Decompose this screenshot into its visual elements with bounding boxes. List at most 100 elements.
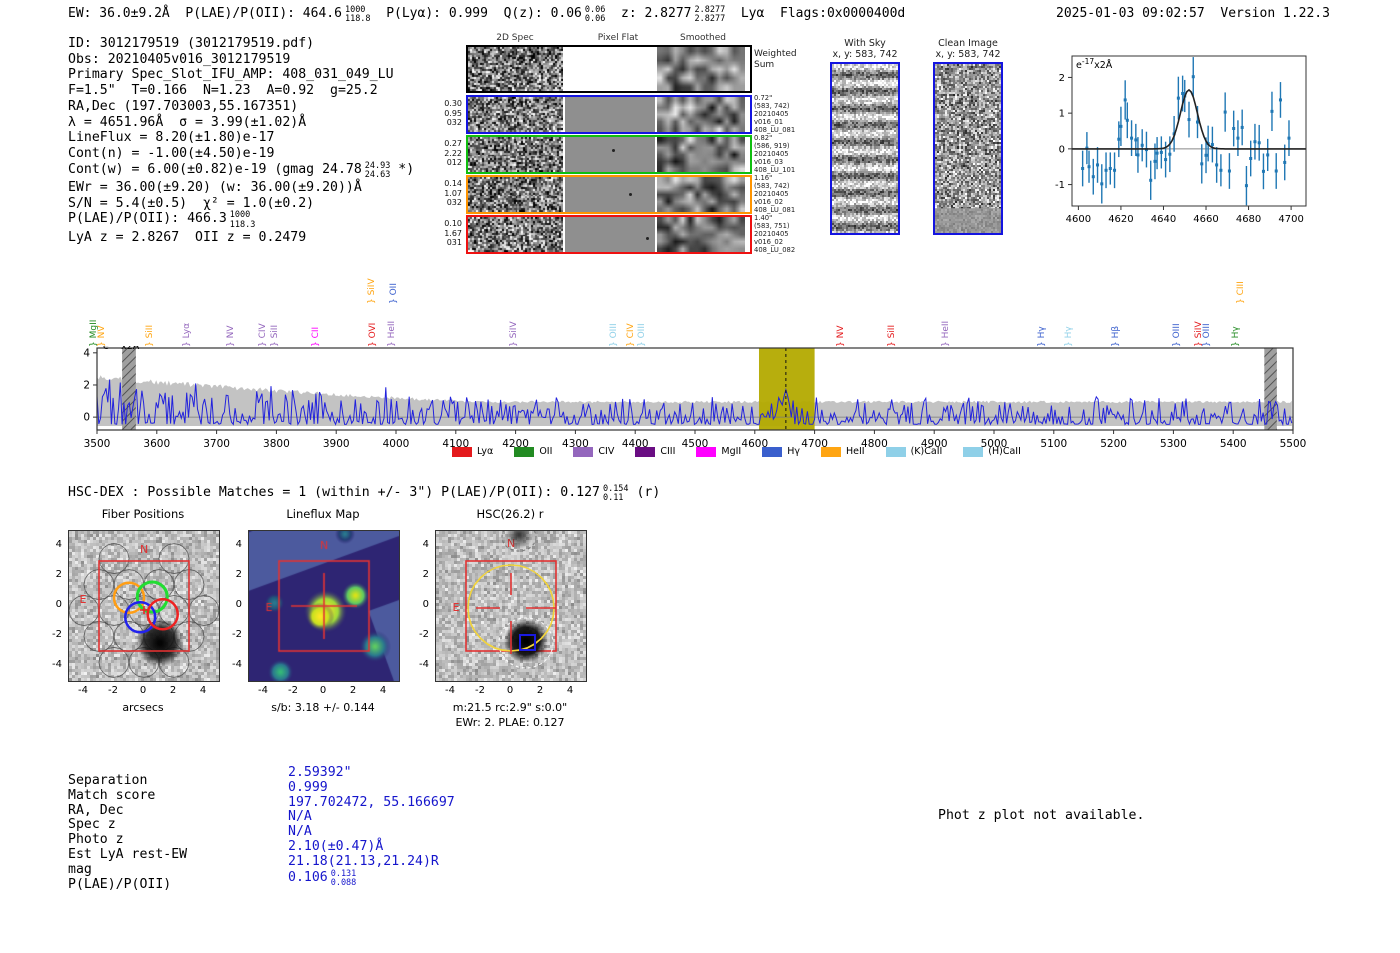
sky-panel-header: Clean Image x, y: 583, 742: [933, 38, 1003, 60]
info-line: EWr = 36.00(±9.20) (w: 36.00(±9.20))Å: [68, 180, 488, 196]
cutout-y-tick: -4: [52, 659, 62, 670]
fraction-value: 1000 118.3: [229, 211, 256, 230]
cutout-y-tick: 0: [235, 599, 242, 610]
spec2d-row-left-labels: 0.14 1.07 032: [436, 179, 462, 208]
fit-plot-y-tick: 1: [1059, 109, 1065, 120]
annotation-line: 408_LU_082: [754, 246, 796, 254]
fraction-sub: 24.63: [364, 169, 391, 180]
pixelflat-speck: [629, 193, 632, 196]
emission-line-label: } CIII: [1235, 281, 1246, 304]
emission-line-label: } OIII: [1201, 323, 1212, 347]
cutout-xlabel: s/b: 3.18 +/- 0.144: [271, 701, 375, 714]
emission-line-label: } NV: [97, 325, 108, 347]
legend-label: MgII: [721, 446, 742, 457]
left-label-line: 0.27: [444, 139, 462, 148]
info-text: Primary Spec_Slot_IFU_AMP: 408_031_049_L…: [68, 67, 394, 83]
match-table-label: Est LyA rest-EW: [68, 847, 188, 862]
spectrum-x-tick: 3700: [203, 438, 230, 450]
spec2d-smoothed-image: [657, 47, 745, 91]
legend-swatch: [821, 446, 841, 457]
spec2d-row: [466, 175, 752, 214]
legend-item: (K)CaII: [885, 446, 943, 457]
spec2d-pixelflat-image: [565, 217, 655, 252]
cutout-title: Lineflux Map: [286, 507, 360, 521]
emission-line-label: } CII: [311, 326, 322, 347]
left-label-line: 031: [446, 238, 462, 247]
fit-plot-x-tick: 4680: [1236, 214, 1261, 225]
spec2d-row-annotations: 0.72" (583, 742) 20210405 v016_01 408_LU_081: [754, 94, 816, 134]
cutout-y-tick: -2: [52, 629, 62, 640]
spec2d-row-left-labels: 0.30 0.95 032: [436, 99, 462, 128]
annotation-line: (583, 742): [754, 182, 790, 190]
cutout-image-lineflux-map: [248, 530, 400, 682]
annotation-line: 408_LU_081: [754, 206, 796, 214]
info-line: P(LAE)/P(OII): 466.3 1000 118.3: [68, 211, 488, 230]
spectrum-svg: 3500 3600 3700 3800 3900 4000 4100 4200 4300 4400…: [83, 346, 1306, 450]
annotation-line: 20210405: [754, 110, 789, 118]
spectrum-unit-label: e-17x2Å: [103, 346, 140, 352]
match-value-text: N/A: [288, 824, 312, 840]
cutout-x-tick: 4: [379, 685, 387, 696]
annotation-line: (586, 919): [754, 142, 790, 150]
imaging-cutouts: Fiber Positions -4 -4 -2 -2 0 0 2 2 4 4 arcsecs Line…: [0, 505, 700, 735]
left-label-line: 012: [446, 158, 462, 167]
legend-item: MgII: [696, 446, 741, 457]
info-text: Cont(w) = 6.00(±0.82)e-19 (gmag 24.78: [68, 161, 362, 177]
legend-swatch: [452, 446, 472, 457]
cutout-y-tick: 0: [422, 599, 429, 610]
spectrum-x-tick: 5200: [1100, 438, 1127, 450]
cutout-image-hsc-r: [435, 530, 587, 682]
match-value-text: 21.18(21.13,21.24)R: [288, 853, 439, 869]
left-label-line: 2.22: [444, 148, 462, 158]
spec2d-2dspec-image: [468, 47, 563, 91]
cutout-y-tick: -4: [419, 659, 429, 670]
fit-plot-x-tick: 4640: [1151, 214, 1176, 225]
match-table-value: 21.18(21.13,21.24)R: [288, 853, 439, 870]
match-table-value: 2.10(±0.47)Å: [288, 839, 383, 855]
info-line: F=1.5" T=0.166 N=1.23 A=0.92 g=25.2: [68, 83, 488, 99]
emission-line-label: } NV: [835, 325, 846, 347]
cutout-xlabel-2: EWr: 2. PLAE: 0.127: [455, 716, 565, 729]
spec2d-cutout-panel: 2D Spec Pixel Flat Smoothed Weighted Sum 0.3…: [440, 33, 820, 258]
annotation-line: 20210405: [754, 150, 789, 158]
sky-panel-image-box: [933, 62, 1003, 235]
match-value-text: N/A: [288, 809, 312, 825]
info-line: Cont(n) = -1.00(±4.50)e-19: [68, 146, 488, 162]
full-spectrum-plot: 3500 3600 3700 3800 3900 4000 4100 4200 4300 4400…: [0, 268, 1400, 468]
emission-line-label: } CIV: [625, 323, 636, 347]
fraction-sub: 0.06: [584, 14, 606, 25]
sky-image-panels: With Sky x, y: 583, 742 Clean Image x, y: 5…: [820, 38, 1020, 243]
sky-panel-header: With Sky x, y: 583, 742: [830, 38, 900, 60]
info-line: Primary Spec_Slot_IFU_AMP: 408_031_049_L…: [68, 67, 488, 83]
spectrum-x-tick: 3500: [84, 438, 111, 450]
legend-label: (K)CaII: [910, 446, 943, 457]
info-text: *): [390, 161, 415, 177]
legend-item: (H)CaII: [963, 446, 1021, 457]
left-label-line: 1.07: [444, 188, 462, 198]
match-table-label: RA, Dec: [68, 802, 124, 818]
fraction-sub: 118.3: [229, 219, 256, 230]
photz-unavailable-note: Phot z plot not available.: [938, 808, 1145, 823]
info-text: λ = 4651.96Å σ = 3.99(±1.02)Å: [68, 114, 307, 130]
fit-plot-y-tick: -1: [1055, 180, 1065, 191]
spec2d-column-header: Smoothed: [680, 33, 726, 43]
legend-label: HeII: [846, 446, 865, 457]
spec2d-pixelflat-image: [565, 137, 655, 172]
text-segment: Lyα Flags:0x0000400d: [740, 6, 906, 22]
fraction-sub: 0.11: [602, 493, 624, 504]
legend-swatch: [514, 446, 535, 457]
spec2d-row-left-labels: 0.10 1.67 031: [436, 219, 462, 248]
spec2d-2dspec-image: [468, 137, 563, 172]
legend-label: CIV: [598, 446, 615, 457]
left-label-line: 1.67: [444, 228, 462, 238]
cutout-xlabel: m:21.5 rc:2.9" s:0.0": [452, 701, 568, 714]
info-line: λ = 4651.96Å σ = 3.99(±1.02)Å: [68, 115, 488, 131]
emission-line-label: } OVI: [367, 322, 378, 347]
match-table-value: 2.59392": [288, 765, 352, 781]
cutout-y-tick: 4: [55, 539, 62, 550]
left-label-line: 032: [446, 198, 462, 207]
cutout-title: Fiber Positions: [101, 507, 185, 521]
report-version: Version 1.22.3: [1220, 6, 1330, 21]
